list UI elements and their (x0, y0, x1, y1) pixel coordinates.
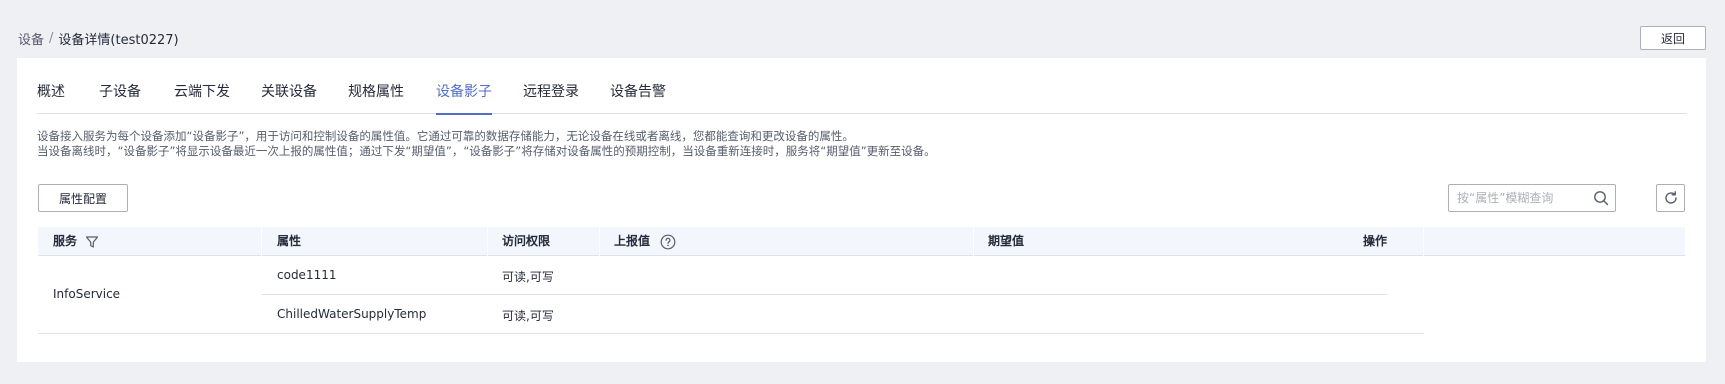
column-divider (1423, 227, 1424, 256)
column-header-access: 访问权限 (502, 234, 551, 248)
description-line-2: 当设备离线时，“设备影子”将显示设备最近一次上报的属性值；通过下发“期望值”，“… (37, 144, 936, 158)
property-search-box (1448, 184, 1616, 212)
service-name-cell: InfoService (53, 287, 121, 301)
column-divider (487, 227, 488, 256)
breadcrumb-separator: / (49, 31, 54, 46)
tab-sub-devices[interactable]: 子设备 (99, 82, 141, 114)
shadow-table: 服务 属性 访问权限 上报值 期望值 操作 InfoService code11… (38, 227, 1685, 334)
column-divider (973, 227, 974, 256)
tab-overview[interactable]: 概述 (37, 82, 65, 114)
row-2-property: ChilledWaterSupplyTemp (277, 307, 427, 321)
top-bar: 设备 / 设备详情(test0227) 返回 (0, 0, 1725, 58)
column-header-desired: 期望值 (988, 234, 1025, 248)
column-header-service: 服务 (53, 227, 99, 256)
table-bottom-divider (38, 333, 1424, 334)
column-header-reported-label: 上报值 (614, 234, 651, 248)
column-header-service-label: 服务 (53, 234, 78, 248)
table-header: 服务 属性 访问权限 上报值 期望值 操作 (38, 227, 1685, 256)
refresh-button[interactable] (1656, 184, 1685, 212)
tab-related-devices[interactable]: 关联设备 (261, 82, 317, 114)
tab-cloud-commands[interactable]: 云端下发 (174, 82, 230, 114)
back-button[interactable]: 返回 (1640, 26, 1706, 50)
shadow-description: 设备接入服务为每个设备添加“设备影子”，用于访问和控制设备的属性值。它通过可靠的… (37, 129, 936, 159)
row-divider (262, 294, 1387, 295)
refresh-icon (1664, 191, 1677, 204)
property-search-input[interactable] (1457, 189, 1587, 207)
breadcrumb-current: 设备详情(test0227) (58, 33, 179, 48)
column-header-property: 属性 (277, 234, 302, 248)
row-1-access: 可读,可写 (502, 270, 554, 284)
help-icon[interactable] (660, 234, 676, 250)
column-divider (599, 227, 600, 256)
tab-device-shadow[interactable]: 设备影子 (436, 82, 492, 115)
table-body: InfoService code1111 可读,可写 ChilledWaterS… (38, 256, 1685, 334)
filter-icon[interactable] (85, 235, 99, 249)
tab-bar: 概述 子设备 云端下发 关联设备 规格属性 设备影子 远程登录 设备告警 (37, 82, 1687, 115)
row-1-property: code1111 (277, 268, 337, 282)
tab-remote-login[interactable]: 远程登录 (523, 82, 579, 114)
tab-spec-properties[interactable]: 规格属性 (348, 82, 404, 114)
breadcrumb: 设备 / 设备详情(test0227) (18, 29, 179, 48)
property-config-button[interactable]: 属性配置 (38, 184, 128, 212)
description-line-1: 设备接入服务为每个设备添加“设备影子”，用于访问和控制设备的属性值。它通过可靠的… (37, 129, 854, 143)
column-divider (261, 227, 262, 256)
row-2-access: 可读,可写 (502, 309, 554, 323)
breadcrumb-link-devices[interactable]: 设备 (18, 29, 44, 48)
column-header-reported: 上报值 (614, 227, 676, 256)
column-header-actions: 操作 (1363, 234, 1388, 248)
device-detail-card: 概述 子设备 云端下发 关联设备 规格属性 设备影子 远程登录 设备告警 设备接… (17, 58, 1706, 362)
search-icon[interactable] (1593, 190, 1609, 206)
tab-device-alarms[interactable]: 设备告警 (610, 82, 666, 114)
